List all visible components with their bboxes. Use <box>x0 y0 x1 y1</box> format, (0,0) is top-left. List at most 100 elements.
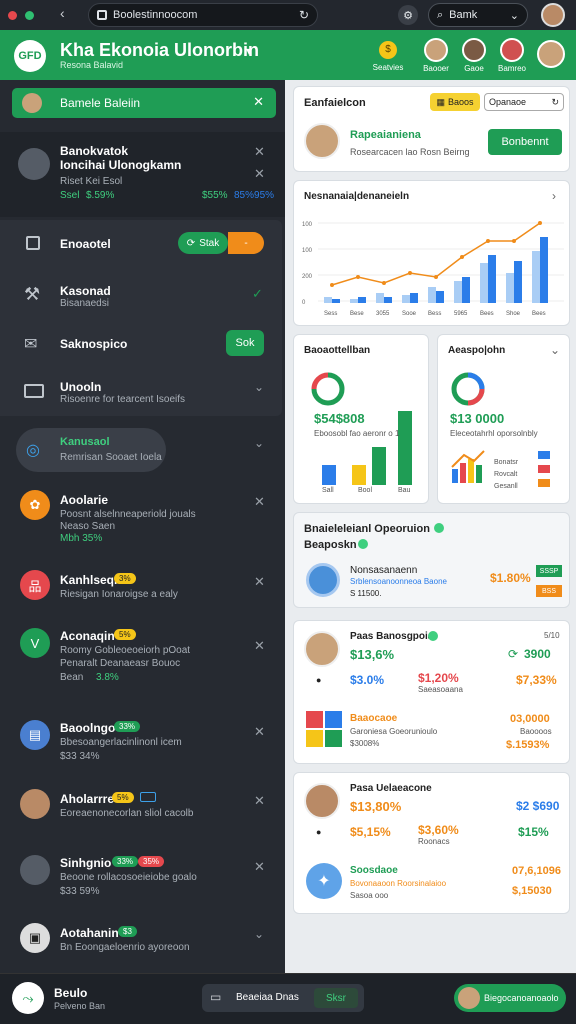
active-bar[interactable]: Bamele Baleiin ✕ <box>12 88 276 118</box>
folder-icon: ▭ <box>210 990 222 1004</box>
search-label: Bamk <box>449 9 478 21</box>
browser-avatar[interactable] <box>541 3 565 27</box>
header-item-profile2[interactable]: Gaoe <box>456 38 492 73</box>
top-item[interactable]: Banokvatok Ioncihai Ulonogkamn Riset Kei… <box>0 132 285 217</box>
legend-swatch <box>538 479 550 487</box>
x-tick-label: Shoe <box>506 311 521 317</box>
user-avatar[interactable] <box>537 40 565 68</box>
top-item-left-value: Ssel <box>60 190 80 201</box>
coin-icon: $ <box>379 41 397 59</box>
close-icon[interactable]: ✕ <box>254 494 265 510</box>
card-title: Eanfaielcon <box>304 97 366 109</box>
close-window-icon[interactable] <box>8 10 17 20</box>
stat-metric-sub: Saeasoaana <box>418 685 463 694</box>
status-dot <box>358 539 368 549</box>
primary-action-button[interactable]: Bonbennt <box>488 129 562 155</box>
browser-search[interactable]: ⌕ Bamk ⌄ <box>428 3 528 27</box>
feed-title: Aoolarie <box>60 493 109 507</box>
info-icon: ● <box>316 675 322 685</box>
header-item-label: Baooer <box>423 64 449 73</box>
actions-panel: Enoaotel ⟳ Stak - ⚒ Kasonad Bisanaedsi ✓ … <box>0 220 282 416</box>
feed-sub: Remrisan Sooaet Ioela <box>60 452 162 463</box>
feed-item[interactable]: V Aconaqin 5% Roomy Gobleoeoeiorh pOoat … <box>0 626 285 690</box>
feed-item[interactable]: ▤ Baoolngo 33% Bbesoangerlacinlinonl ice… <box>0 718 285 768</box>
feed-icon: 品 <box>20 570 50 600</box>
globe-icon <box>306 563 340 597</box>
chevron-down-icon[interactable]: ⌄ <box>254 380 264 394</box>
app-icon[interactable]: ⤳ <box>12 982 44 1014</box>
save-button[interactable]: Sok <box>226 330 264 356</box>
mini-bar <box>398 411 412 485</box>
feed-item[interactable]: ▣ Aotahanin $3 Bn Eoongaeloenrio ayoreoo… <box>0 923 285 963</box>
close-icon[interactable]: ✕ <box>254 144 265 160</box>
bottom-pill[interactable]: ▭ Beaeiaa Dnas Sksr <box>202 984 364 1012</box>
lock-icon <box>97 10 107 20</box>
x-tick-label: Bees <box>480 311 494 317</box>
url-bar[interactable]: Boolestinnoocom ↻ <box>88 3 318 27</box>
y-tick-label: 100 <box>302 248 313 254</box>
action-row[interactable]: Enoaotel ⟳ Stak - <box>0 230 285 256</box>
action-button-2[interactable]: - <box>228 232 264 254</box>
close-icon[interactable]: ✕ <box>254 724 265 740</box>
operations-card: Bnaieleleianl Opeoruion Beaposkn Nonsasa… <box>293 512 570 608</box>
feed-icon: ✿ <box>20 490 50 520</box>
feed-sub2: $33 34% <box>60 751 100 762</box>
stat-metric: $3,60% <box>418 823 459 837</box>
header-item-profile3[interactable]: Bamreo <box>494 38 530 73</box>
chevron-down-icon[interactable]: ⌄ <box>254 927 264 941</box>
stat-name2: Soosdaoe <box>350 865 398 876</box>
feed-badge: 5% <box>112 792 134 803</box>
close-icon[interactable]: ✕ <box>254 574 265 590</box>
action-row[interactable]: ⚒ Kasonad Bisanaedsi ✓ <box>0 280 285 314</box>
card-title2: Beaposkn <box>304 539 357 551</box>
reload-icon[interactable]: ↻ <box>299 8 309 22</box>
feed-item[interactable]: Sinhgnio 33% 35% Beoone rollacosoeieiobe… <box>0 853 285 903</box>
stat-value: $13,80% <box>350 799 402 814</box>
bar <box>506 273 514 303</box>
bar <box>540 237 548 303</box>
filter-button[interactable]: ▦ Baoos <box>430 93 480 111</box>
card-value: $13 0000 <box>450 411 505 426</box>
feed-sub: Poosnt alselnneaperiold jouals <box>60 509 196 520</box>
mail-icon: ✉ <box>24 336 38 353</box>
profile-sub: Rosearcacen lao Rosn Beirng <box>350 147 470 157</box>
mini-bar <box>372 447 386 485</box>
bottom-cta[interactable]: Biegocanoanoaolo <box>454 984 566 1012</box>
top-item-title: Banokvatok <box>60 144 129 158</box>
chevron-down-icon[interactable]: ▾ <box>246 44 252 58</box>
feed-item[interactable]: ✿ Aoolarie Poosnt alselnneaperiold joual… <box>0 488 285 548</box>
back-icon[interactable]: ‹ <box>60 5 65 21</box>
feed-item[interactable]: 品 Kanhlseqn 3% Riesigan Ionaroigse a eal… <box>0 570 285 610</box>
app-tiles-icon <box>306 711 342 747</box>
chevron-down-icon[interactable]: ⌄ <box>254 436 264 450</box>
feed-item-active[interactable]: ◎ Kanusaol Remrisan Sooaet Ioela <box>16 428 166 472</box>
action-row[interactable]: Unooln Risoenre for tearcent Isoeifs ⌄ <box>0 378 285 412</box>
bottom-pill-tag[interactable]: Sksr <box>314 988 358 1008</box>
stat-metric: $7,33% <box>516 673 557 687</box>
stat-card-1: Paas Banosgpoia 5/10 $13,6% 3900 ⟳ ● $3.… <box>293 620 570 764</box>
close-icon[interactable]: ✕ <box>254 859 265 875</box>
action-row-label: Kasonad <box>60 284 111 298</box>
x-tick-label: Bess <box>428 311 441 317</box>
check-icon: ✓ <box>252 286 263 301</box>
action-button-1[interactable]: ⟳ Stak <box>178 232 228 254</box>
mini-bar <box>352 465 366 485</box>
app-logo[interactable]: GFD <box>14 40 46 72</box>
close-icon[interactable]: ✕ <box>254 638 265 654</box>
options-dropdown[interactable]: Opanaoe ↻ <box>484 93 564 111</box>
close-icon[interactable]: ✕ <box>253 94 264 110</box>
trend-point <box>330 283 334 287</box>
header-item-coins[interactable]: $ Seatvies <box>370 38 406 72</box>
close-icon[interactable]: ✕ <box>254 166 265 182</box>
stat-sub3: Sasoa ooo <box>350 891 389 900</box>
maximize-window-icon[interactable] <box>25 10 34 20</box>
stat-value2: 3900 <box>524 647 551 661</box>
legend-swatch <box>538 465 550 473</box>
action-row[interactable]: ✉ Saknospico Sok <box>0 330 285 358</box>
header-item-profile1[interactable]: Baooer <box>418 38 454 73</box>
extension-icon[interactable]: ⚙ <box>398 5 418 25</box>
profile-card: Eanfaielcon ▦ Baoos Opanaoe ↻ Rapeaianiena… <box>293 86 570 172</box>
bar <box>376 293 384 303</box>
feed-item[interactable]: Aholarrre 5% Eoreaenonecorlan sliol caco… <box>0 789 285 829</box>
close-icon[interactable]: ✕ <box>254 793 265 809</box>
